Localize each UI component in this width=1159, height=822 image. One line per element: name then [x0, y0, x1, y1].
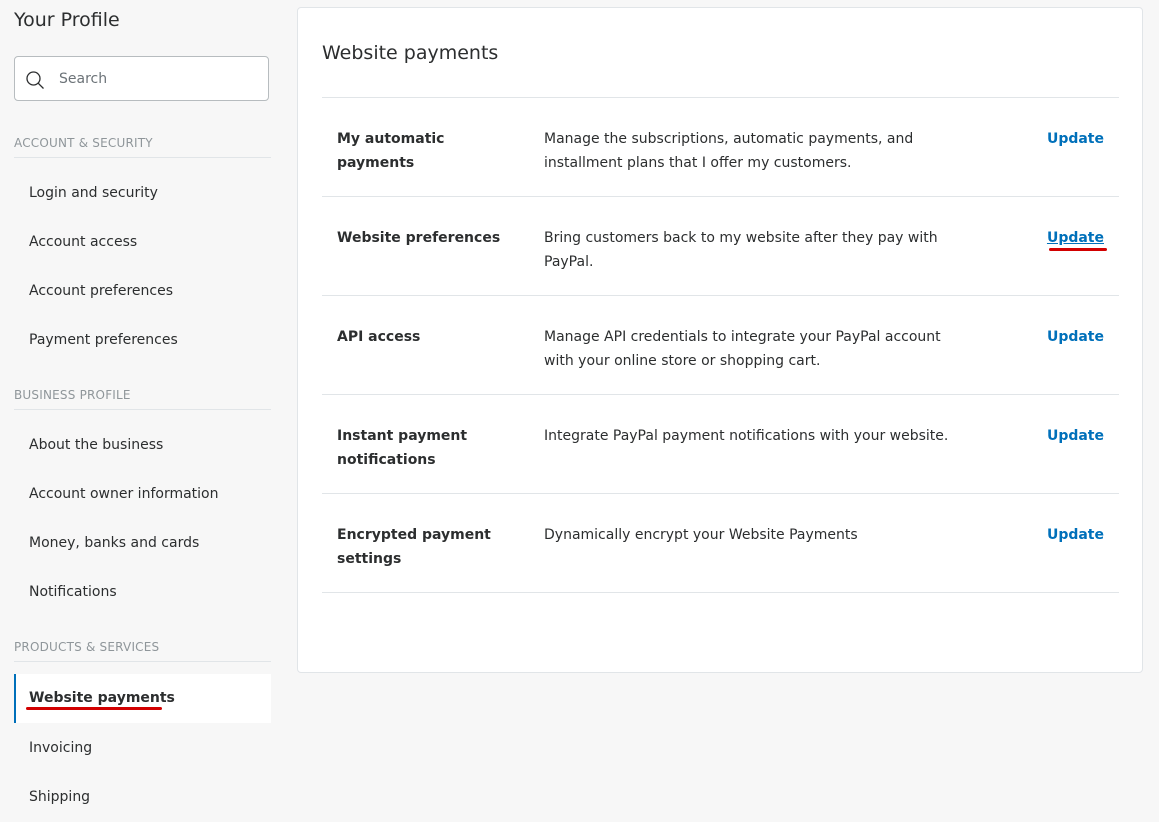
row-name: Instant payment notifications: [337, 428, 468, 468]
search-icon: [26, 71, 44, 89]
section-header-products-services: PRODUCTS & SERVICES: [14, 640, 271, 662]
update-link-website-preferences[interactable]: Update: [1047, 226, 1104, 250]
update-link-automatic-payments[interactable]: Update: [1047, 127, 1104, 151]
settings-row-encrypted-payment-settings: Encrypted payment settings Dynamically e…: [322, 494, 1119, 593]
update-link-encrypted-payment-settings[interactable]: Update: [1047, 523, 1104, 547]
sidebar-item-about-business[interactable]: About the business: [14, 421, 271, 470]
row-name: API access: [337, 329, 421, 345]
section-header-account-security: ACCOUNT & SECURITY: [14, 136, 271, 158]
highlight-underline: [1049, 248, 1107, 251]
profile-title: Your Profile: [14, 9, 120, 31]
sidebar-item-account-access[interactable]: Account access: [14, 218, 271, 267]
row-name: Website preferences: [337, 230, 501, 246]
sidebar-item-invoicing[interactable]: Invoicing: [14, 724, 271, 773]
sidebar-item-money-banks-cards[interactable]: Money, banks and cards: [14, 519, 271, 568]
row-name: Encrypted payment settings: [337, 527, 491, 567]
highlight-underline: [26, 707, 162, 710]
sidebar-item-account-owner[interactable]: Account owner information: [14, 470, 271, 519]
sidebar-item-website-payments[interactable]: Website payments: [14, 674, 271, 723]
row-description: Bring customers back to my website after…: [544, 230, 938, 270]
settings-row-instant-payment-notifications: Instant payment notifications Integrate …: [322, 395, 1119, 494]
row-description: Integrate PayPal payment notifications w…: [544, 428, 949, 444]
search-placeholder: Search: [59, 71, 108, 87]
search-input[interactable]: Search: [14, 56, 269, 101]
website-payments-panel: Website payments My automatic payments M…: [297, 7, 1143, 673]
update-link-instant-payment-notifications[interactable]: Update: [1047, 424, 1104, 448]
sidebar-item-payment-preferences[interactable]: Payment preferences: [14, 316, 271, 365]
sidebar-item-account-preferences[interactable]: Account preferences: [14, 267, 271, 316]
sidebar-item-login-security[interactable]: Login and security: [14, 169, 271, 218]
row-description: Dynamically encrypt your Website Payment…: [544, 527, 858, 543]
sidebar-item-notifications[interactable]: Notifications: [14, 568, 271, 617]
section-header-business-profile: BUSINESS PROFILE: [14, 388, 271, 410]
settings-row-website-preferences: Website preferences Bring customers back…: [322, 197, 1119, 296]
page-title: Website payments: [322, 42, 499, 64]
row-description: Manage API credentials to integrate your…: [544, 329, 941, 369]
settings-row-automatic-payments: My automatic payments Manage the subscri…: [322, 98, 1119, 197]
row-name: My automatic payments: [337, 131, 445, 171]
settings-list: My automatic payments Manage the subscri…: [322, 97, 1119, 593]
sidebar: Your Profile Search ACCOUNT & SECURITY L…: [0, 0, 285, 815]
settings-row-api-access: API access Manage API credentials to int…: [322, 296, 1119, 395]
update-link-api-access[interactable]: Update: [1047, 325, 1104, 349]
row-description: Manage the subscriptions, automatic paym…: [544, 131, 914, 171]
